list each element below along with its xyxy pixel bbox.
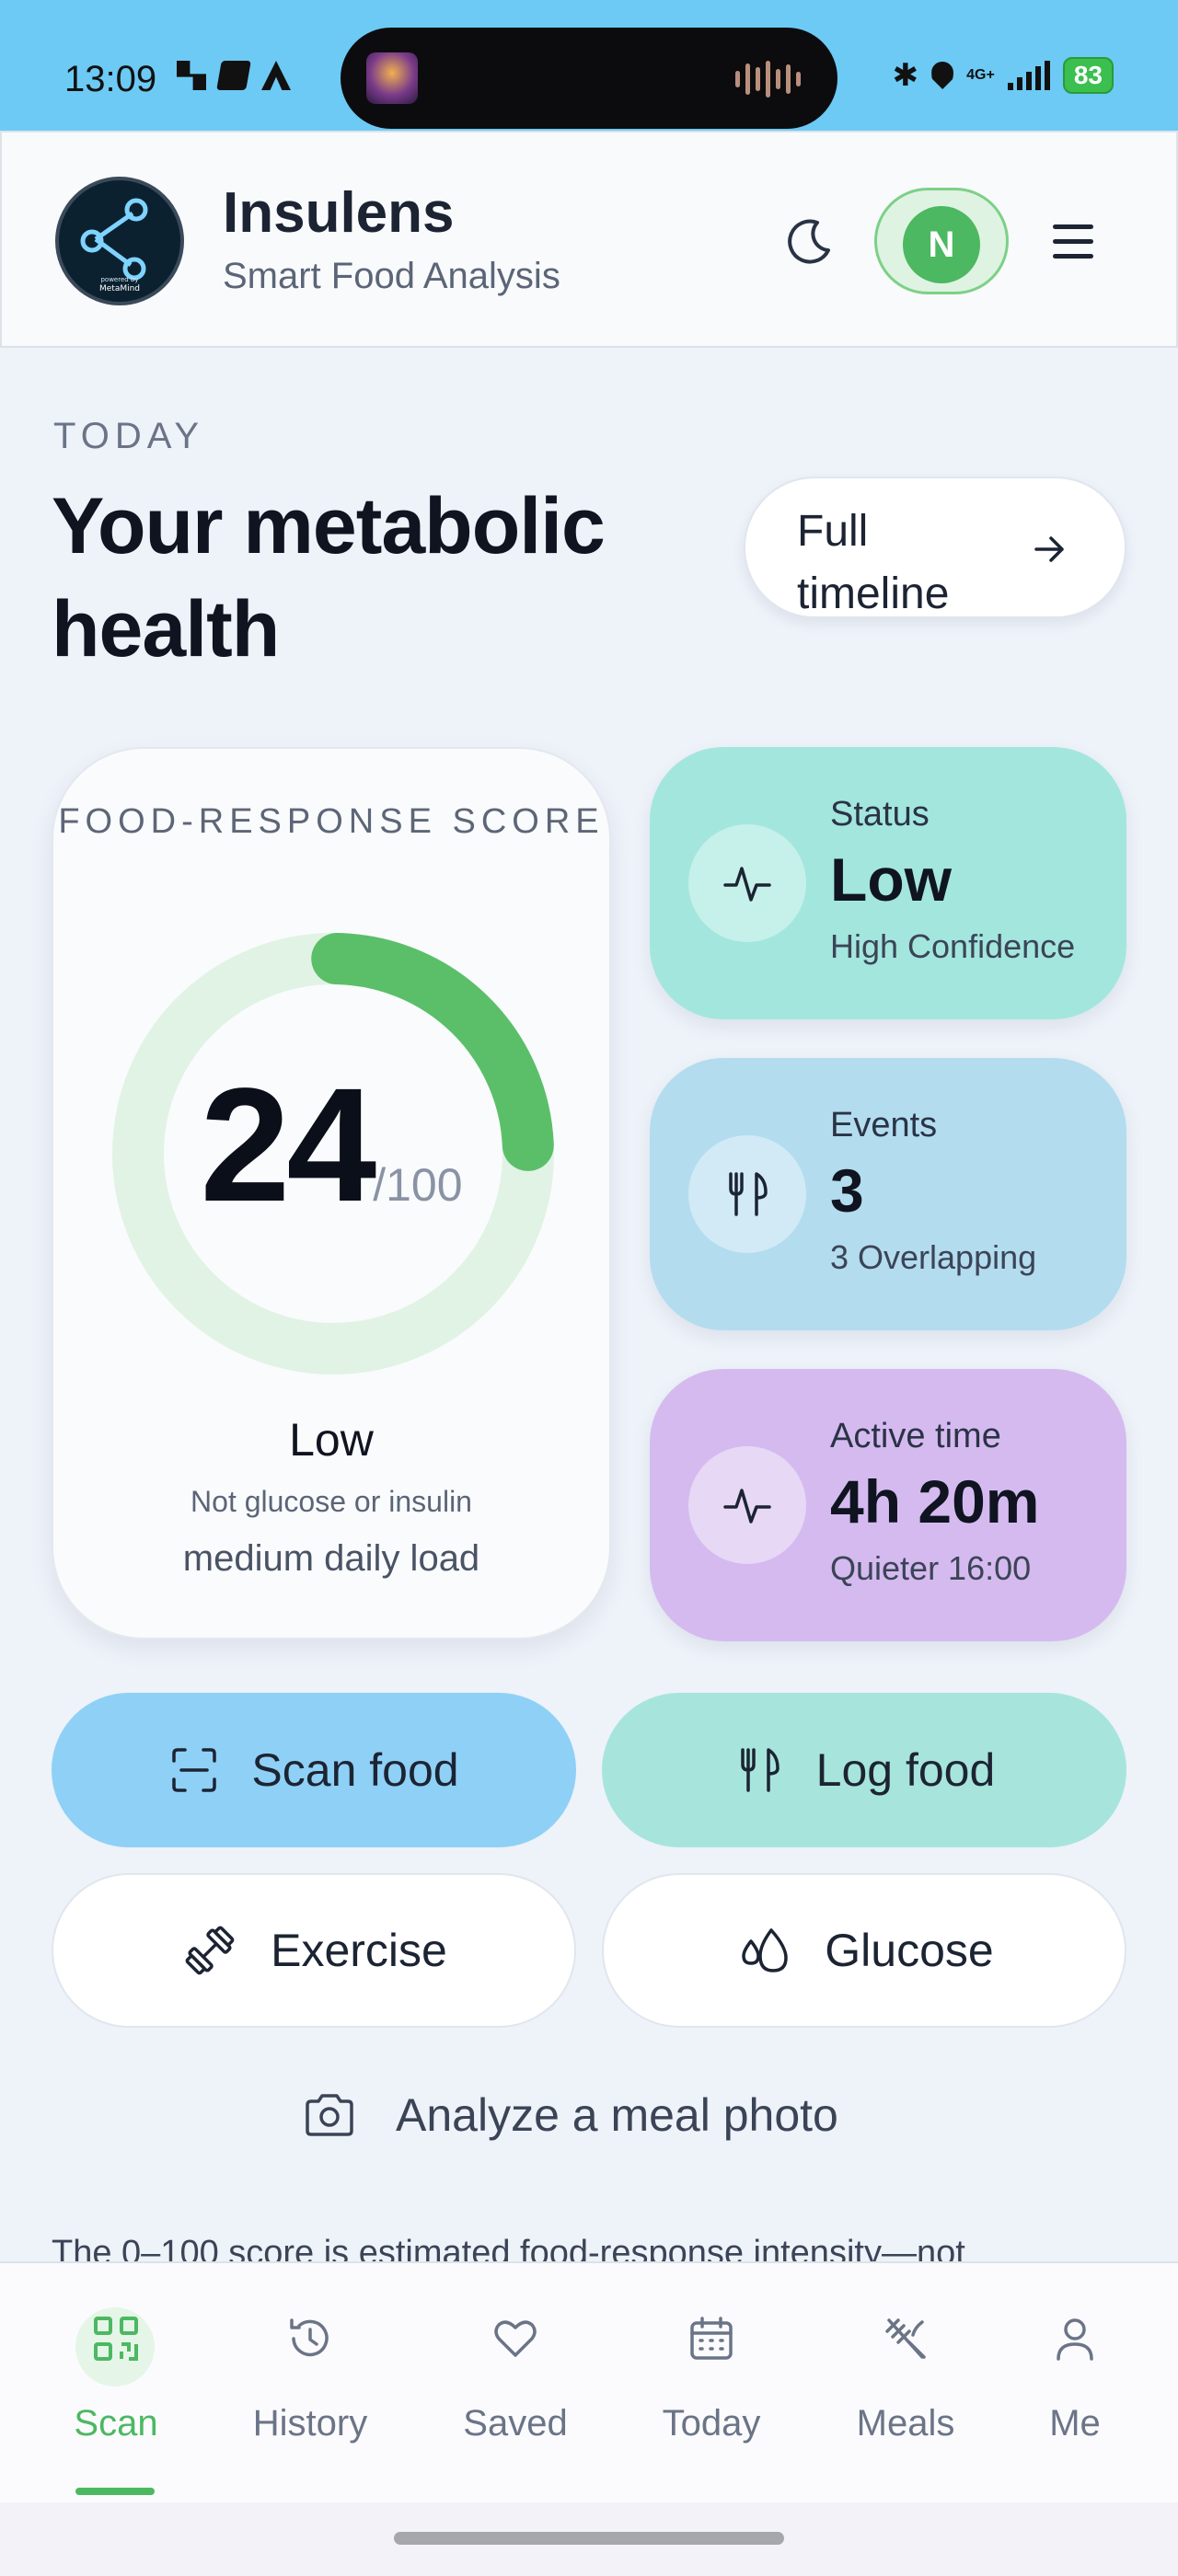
nav-item-me[interactable]: Me <box>983 2263 1167 2504</box>
nav-item-scan[interactable]: Scan <box>24 2263 208 2504</box>
log-food-label: Log food <box>815 1744 996 1796</box>
score-status: Low <box>289 1414 374 1466</box>
full-timeline-button[interactable]: Full timeline <box>744 477 1126 618</box>
signal-icon <box>1007 61 1050 90</box>
nav-label-history: History <box>252 2403 368 2444</box>
battery-indicator: 83 <box>1062 57 1114 94</box>
score-disclaimer: Not glucose or insulin <box>191 1485 472 1518</box>
exercise-button[interactable]: Exercise <box>52 1873 576 2028</box>
daily-load: medium daily load <box>182 1538 480 1579</box>
score-value: 24/100 <box>53 1052 609 1238</box>
app-name: Insulens <box>223 181 455 245</box>
app-header: powered by MetaMind Insulens Smart Food … <box>0 131 1178 348</box>
audio-waveform-icon <box>735 61 801 98</box>
status-card-value: Low <box>830 845 952 914</box>
qr-scan-icon <box>94 2317 138 2361</box>
glucose-label: Glucose <box>825 1925 994 1976</box>
events-card-value: 3 <box>830 1156 864 1225</box>
food-response-score-card[interactable]: FOOD-RESPONSE SCORE 24/100 Low Not gluco… <box>52 747 611 1639</box>
heart-icon <box>494 2320 537 2357</box>
pulse-icon <box>688 824 806 942</box>
dynamic-island[interactable] <box>341 28 837 129</box>
status-card-title: Status <box>830 795 930 834</box>
status-time: 13:09 <box>64 59 157 99</box>
hamburger-menu-icon[interactable] <box>1053 224 1093 269</box>
events-card[interactable]: Events 3 3 Overlapping <box>650 1058 1126 1330</box>
active-time-card-title: Active time <box>830 1417 1001 1455</box>
dumbbell-icon <box>185 1926 235 1975</box>
full-timeline-label: Full timeline <box>797 507 950 618</box>
scan-frame-icon <box>172 1748 217 1792</box>
analyze-meal-photo-link[interactable]: Analyze a meal photo <box>304 2088 838 2142</box>
scan-food-button[interactable]: Scan food <box>52 1693 576 1847</box>
app-notification-icon <box>177 61 206 90</box>
events-card-title: Events <box>830 1106 938 1144</box>
calendar-icon <box>690 2317 733 2360</box>
bottom-navigation: Scan History Saved Today Meals Me <box>0 2261 1178 2502</box>
nav-item-meals[interactable]: Meals <box>814 2263 998 2504</box>
nav-item-today[interactable]: Today <box>619 2263 803 2504</box>
app-notification-icon <box>216 61 251 90</box>
app-logo: powered by MetaMind <box>55 177 184 305</box>
home-indicator[interactable] <box>394 2532 784 2545</box>
score-max: /100 <box>373 1159 463 1211</box>
moon-icon[interactable] <box>784 215 836 267</box>
nav-item-history[interactable]: History <box>218 2263 402 2504</box>
nav-label-saved: Saved <box>463 2403 568 2444</box>
status-card-detail: High Confidence <box>830 927 1076 965</box>
score-number: 24 <box>200 1055 376 1236</box>
nav-label-meals: Meals <box>856 2403 955 2444</box>
nav-label-scan: Scan <box>74 2403 158 2444</box>
pulse-icon <box>688 1446 806 1564</box>
notification-icons <box>177 61 291 90</box>
analyze-meal-photo-label: Analyze a meal photo <box>396 2089 838 2141</box>
scan-food-label: Scan food <box>251 1744 459 1796</box>
status-card[interactable]: Status Low High Confidence <box>650 747 1126 1019</box>
person-icon <box>1057 2318 1093 2361</box>
app-notification-icon <box>261 61 291 90</box>
svg-text:MetaMind: MetaMind <box>99 284 140 293</box>
location-icon <box>931 62 954 89</box>
glucose-button[interactable]: Glucose <box>602 1873 1126 2028</box>
log-food-button[interactable]: Log food <box>602 1693 1126 1847</box>
app-subtitle: Smart Food Analysis <box>223 256 560 296</box>
status-bar: 13:09 ✱ 4G+ 83 <box>0 0 1178 131</box>
nav-label-me: Me <box>1049 2403 1101 2444</box>
nav-label-today: Today <box>662 2403 761 2444</box>
active-time-card-value: 4h 20m <box>830 1467 1040 1535</box>
meals-icon <box>885 2318 926 2359</box>
events-card-detail: 3 Overlapping <box>830 1238 1037 1276</box>
svg-text:powered by: powered by <box>100 276 138 283</box>
droplets-icon <box>742 1928 789 1972</box>
page-title: Your metabolic health <box>52 482 606 673</box>
profile-button[interactable]: N <box>874 188 1009 294</box>
score-label: FOOD-RESPONSE SCORE <box>58 802 605 841</box>
camera-icon <box>306 2094 353 2136</box>
molecule-icon: powered by MetaMind <box>80 198 148 293</box>
exercise-label: Exercise <box>271 1925 447 1976</box>
avatar: N <box>903 206 980 283</box>
system-status-icons: ✱ 4G+ 83 <box>893 57 1114 94</box>
album-art-thumbnail <box>366 52 418 104</box>
utensils-icon <box>740 1748 780 1792</box>
active-tab-indicator <box>75 2488 155 2495</box>
arrow-right-icon <box>1034 536 1064 562</box>
network-type: 4G+ <box>966 67 995 83</box>
history-icon <box>290 2318 329 2357</box>
active-time-card-detail: Quieter 16:00 <box>830 1549 1032 1587</box>
nav-item-saved[interactable]: Saved <box>423 2263 607 2504</box>
section-kicker: TODAY <box>53 416 205 456</box>
bluetooth-icon: ✱ <box>892 58 919 93</box>
utensils-icon <box>688 1135 806 1253</box>
active-time-card[interactable]: Active time 4h 20m Quieter 16:00 <box>650 1369 1126 1641</box>
